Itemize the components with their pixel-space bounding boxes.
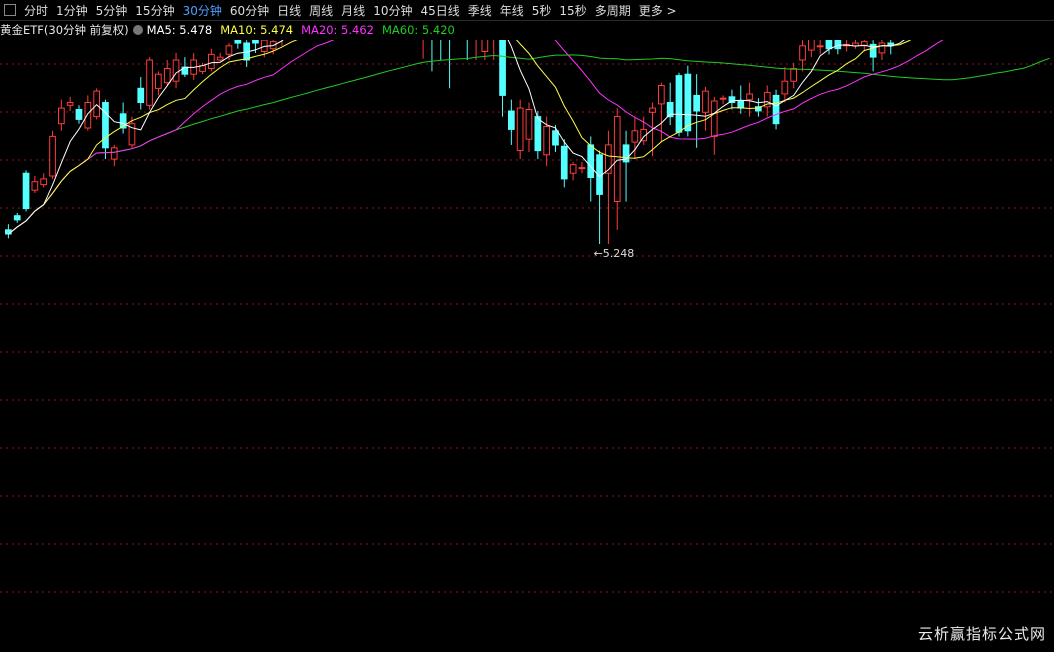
candle-body[interactable] [252, 40, 259, 44]
candle-body[interactable] [49, 135, 56, 177]
candle-body[interactable] [172, 59, 180, 82]
candle-body[interactable] [508, 110, 515, 130]
candle-body[interactable] [552, 130, 559, 146]
candle-body[interactable] [808, 40, 815, 51]
candle-body[interactable] [781, 80, 789, 95]
period-tab[interactable]: 60分钟 [226, 2, 273, 19]
candle-body[interactable] [631, 130, 639, 143]
period-tab[interactable]: 分时 [20, 2, 52, 19]
period-tab[interactable]: 1分钟 [52, 2, 92, 19]
candle-body[interactable] [746, 93, 753, 101]
period-toolbar: 分时 1分钟 5分钟 15分钟 30分钟 60分钟 日线 周线 月线 10分钟 45日线 季线 年线 5秒… [0, 0, 1054, 21]
candle-body[interactable] [658, 85, 665, 105]
more-periods-button[interactable]: 更多 > [635, 2, 681, 19]
candle-body[interactable] [543, 126, 550, 156]
low-price-marker: ←5.248 [594, 247, 635, 260]
ma20-label: MA20: 5.462 [301, 23, 374, 37]
candle-body[interactable] [534, 116, 542, 152]
candle-body[interactable] [93, 90, 101, 118]
toggle-square-icon[interactable] [4, 4, 16, 16]
candle-body[interactable] [525, 109, 533, 140]
candle-body[interactable] [75, 109, 83, 120]
candle-body[interactable] [878, 42, 886, 54]
period-tab[interactable]: 周线 [305, 2, 337, 19]
candle-body[interactable] [834, 40, 842, 50]
period-tab[interactable]: 日线 [273, 2, 305, 19]
candle-body[interactable] [225, 45, 233, 55]
candle-body[interactable] [31, 181, 39, 191]
candle-body[interactable] [569, 164, 577, 174]
candle-body[interactable] [772, 94, 780, 125]
period-tab[interactable]: 10分钟 [369, 2, 416, 19]
candle-body[interactable] [578, 167, 586, 170]
candle-body[interactable] [208, 53, 215, 69]
candle-body[interactable] [825, 40, 833, 50]
candle-body[interactable] [613, 116, 621, 202]
candle-body[interactable] [684, 73, 692, 132]
candle-body[interactable] [58, 107, 65, 125]
candle-body[interactable] [22, 172, 30, 210]
watermark-text: 云析赢指标公式网 [917, 625, 1046, 643]
ma10-label: MA10: 5.474 [220, 23, 294, 37]
candle-body[interactable] [816, 45, 824, 48]
candle-body[interactable] [84, 102, 92, 129]
candle-body[interactable] [560, 145, 568, 180]
candle-body[interactable] [102, 102, 109, 149]
candle-body[interactable] [710, 100, 718, 137]
period-tab[interactable]: 15分钟 [131, 2, 178, 19]
candle-body[interactable] [675, 75, 683, 133]
candle-body[interactable] [163, 68, 171, 84]
candle-body[interactable] [146, 59, 153, 106]
period-tab[interactable]: 45日线 [416, 2, 463, 19]
candle-body[interactable] [110, 147, 118, 160]
candle-body[interactable] [155, 73, 162, 89]
candle-body[interactable] [649, 107, 656, 113]
security-title: 黄金ETF(30分钟 前复权) [0, 23, 129, 37]
candle-body[interactable] [516, 107, 524, 152]
period-tab[interactable]: 5秒 [528, 2, 556, 19]
candlestick-chart[interactable]: ←5.248 [0, 40, 1054, 652]
candle-body[interactable] [137, 87, 145, 103]
candle-body[interactable] [499, 40, 506, 96]
indicator-legend: 黄金ETF(30分钟 前复权) MA5: 5.478 MA10: 5.474 M… [0, 22, 463, 38]
candle-body[interactable] [719, 97, 727, 100]
candle-body[interactable] [13, 215, 21, 221]
ma5-label: MA5: 5.478 [146, 23, 213, 37]
settings-circle-icon[interactable] [132, 25, 143, 35]
candle-body[interactable] [799, 45, 806, 61]
period-tab[interactable]: 30分钟 [179, 2, 226, 19]
period-tab[interactable]: 月线 [337, 2, 369, 19]
candle-body[interactable] [605, 144, 612, 174]
candle-body[interactable] [737, 100, 745, 109]
ma60-label: MA60: 5.420 [381, 23, 455, 37]
candle-body[interactable] [66, 102, 74, 106]
candle-body[interactable] [40, 178, 47, 186]
period-tab[interactable]: 15秒 [555, 2, 590, 19]
period-tab[interactable]: 多周期 [591, 2, 635, 19]
period-tab[interactable]: 年线 [496, 2, 528, 19]
period-tab[interactable]: 季线 [464, 2, 496, 19]
candle-body[interactable] [702, 90, 709, 113]
candle-body[interactable] [234, 40, 242, 44]
candle-body[interactable] [693, 94, 700, 112]
period-tab[interactable]: 5分钟 [92, 2, 132, 19]
candle-body[interactable] [790, 68, 797, 82]
candle-body[interactable] [481, 40, 489, 53]
candle-body[interactable] [587, 144, 595, 178]
period-list: 分时 1分钟 5分钟 15分钟 30分钟 60分钟 日线 周线 月线 10分钟 45日线 季线 年线 5秒… [20, 2, 635, 19]
candle-body[interactable] [216, 56, 224, 61]
